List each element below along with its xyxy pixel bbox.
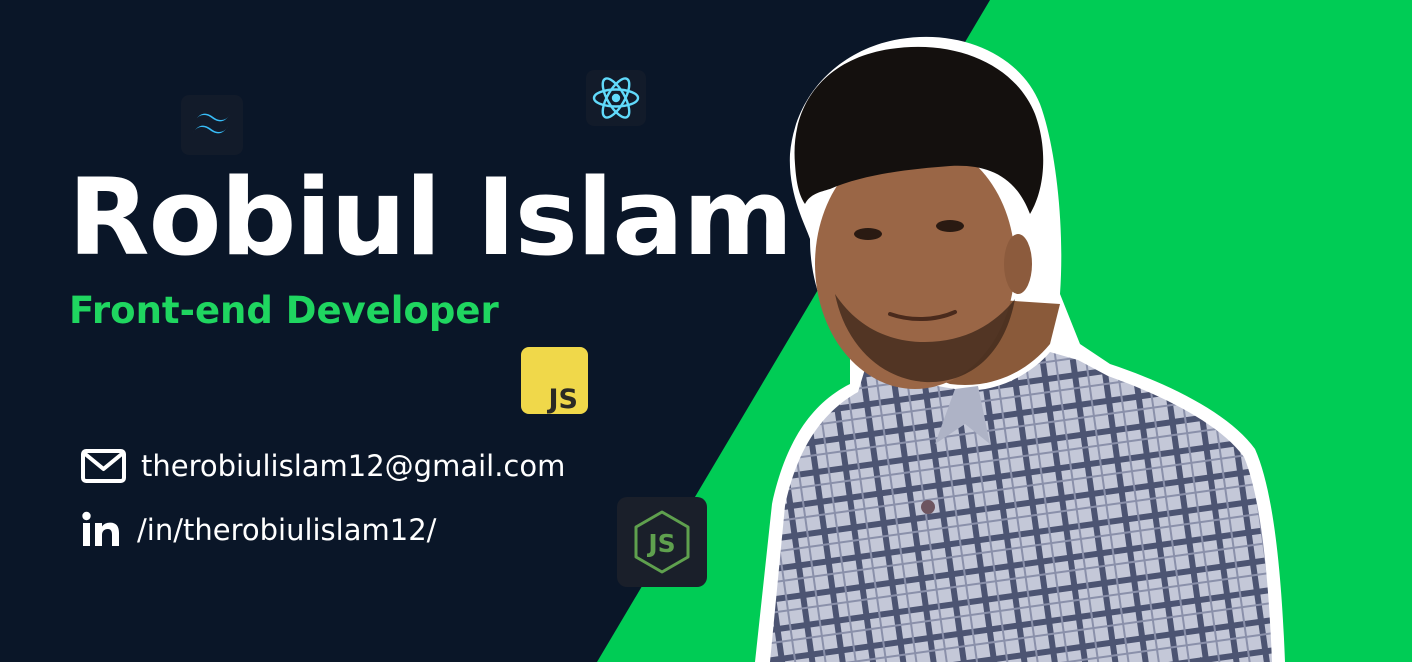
mail-icon — [80, 446, 127, 486]
react-icon — [592, 77, 640, 119]
javascript-badge: JS — [521, 347, 588, 414]
tailwind-icon — [193, 113, 230, 134]
profile-banner: Robiul Islam Front-end Developer therobi… — [0, 0, 1412, 662]
linkedin-contact[interactable]: /in/therobiulislam12/ — [80, 510, 436, 550]
tailwind-badge — [181, 95, 243, 155]
nodejs-label: JS — [646, 529, 675, 558]
profile-name: Robiul Islam — [68, 156, 793, 279]
nodejs-badge: JS — [617, 497, 707, 587]
profile-role: Front-end Developer — [69, 289, 499, 332]
email-address: therobiulislam12@gmail.com — [141, 449, 566, 483]
javascript-icon: JS — [547, 384, 579, 414]
email-contact[interactable]: therobiulislam12@gmail.com — [80, 446, 565, 486]
linkedin-handle: /in/therobiulislam12/ — [137, 513, 437, 547]
react-badge — [586, 70, 646, 126]
javascript-label: JS — [547, 384, 579, 414]
nodejs-icon: JS — [634, 510, 690, 574]
profile-photo — [755, 36, 1285, 662]
linkedin-icon — [80, 510, 127, 550]
